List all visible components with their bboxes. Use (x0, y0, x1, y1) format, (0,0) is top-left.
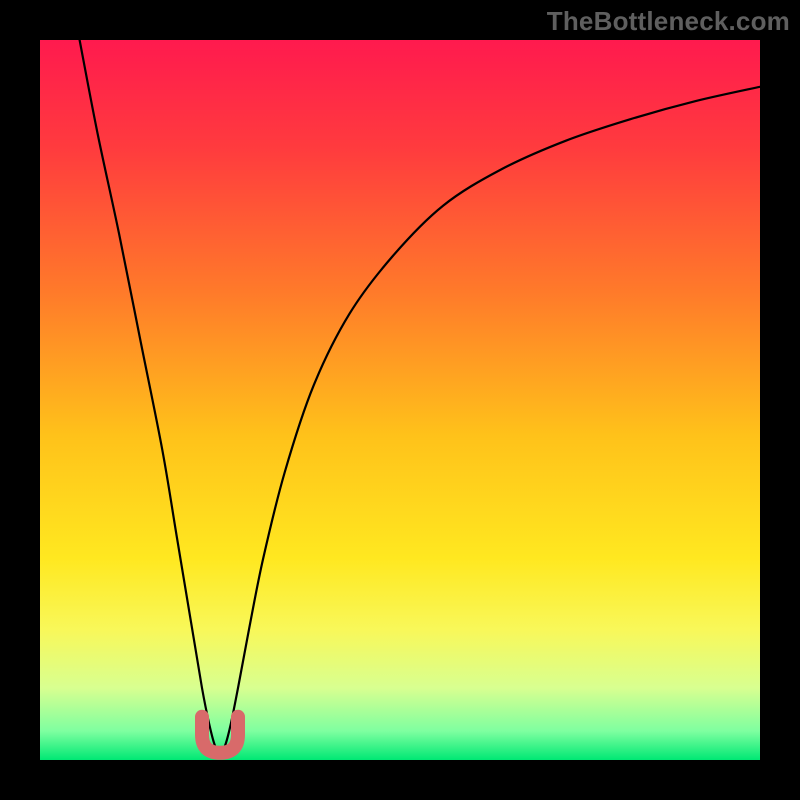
plot-area (40, 40, 760, 760)
chart-frame: TheBottleneck.com (0, 0, 800, 800)
watermark-text: TheBottleneck.com (547, 6, 790, 37)
bottleneck-curve (40, 40, 760, 760)
